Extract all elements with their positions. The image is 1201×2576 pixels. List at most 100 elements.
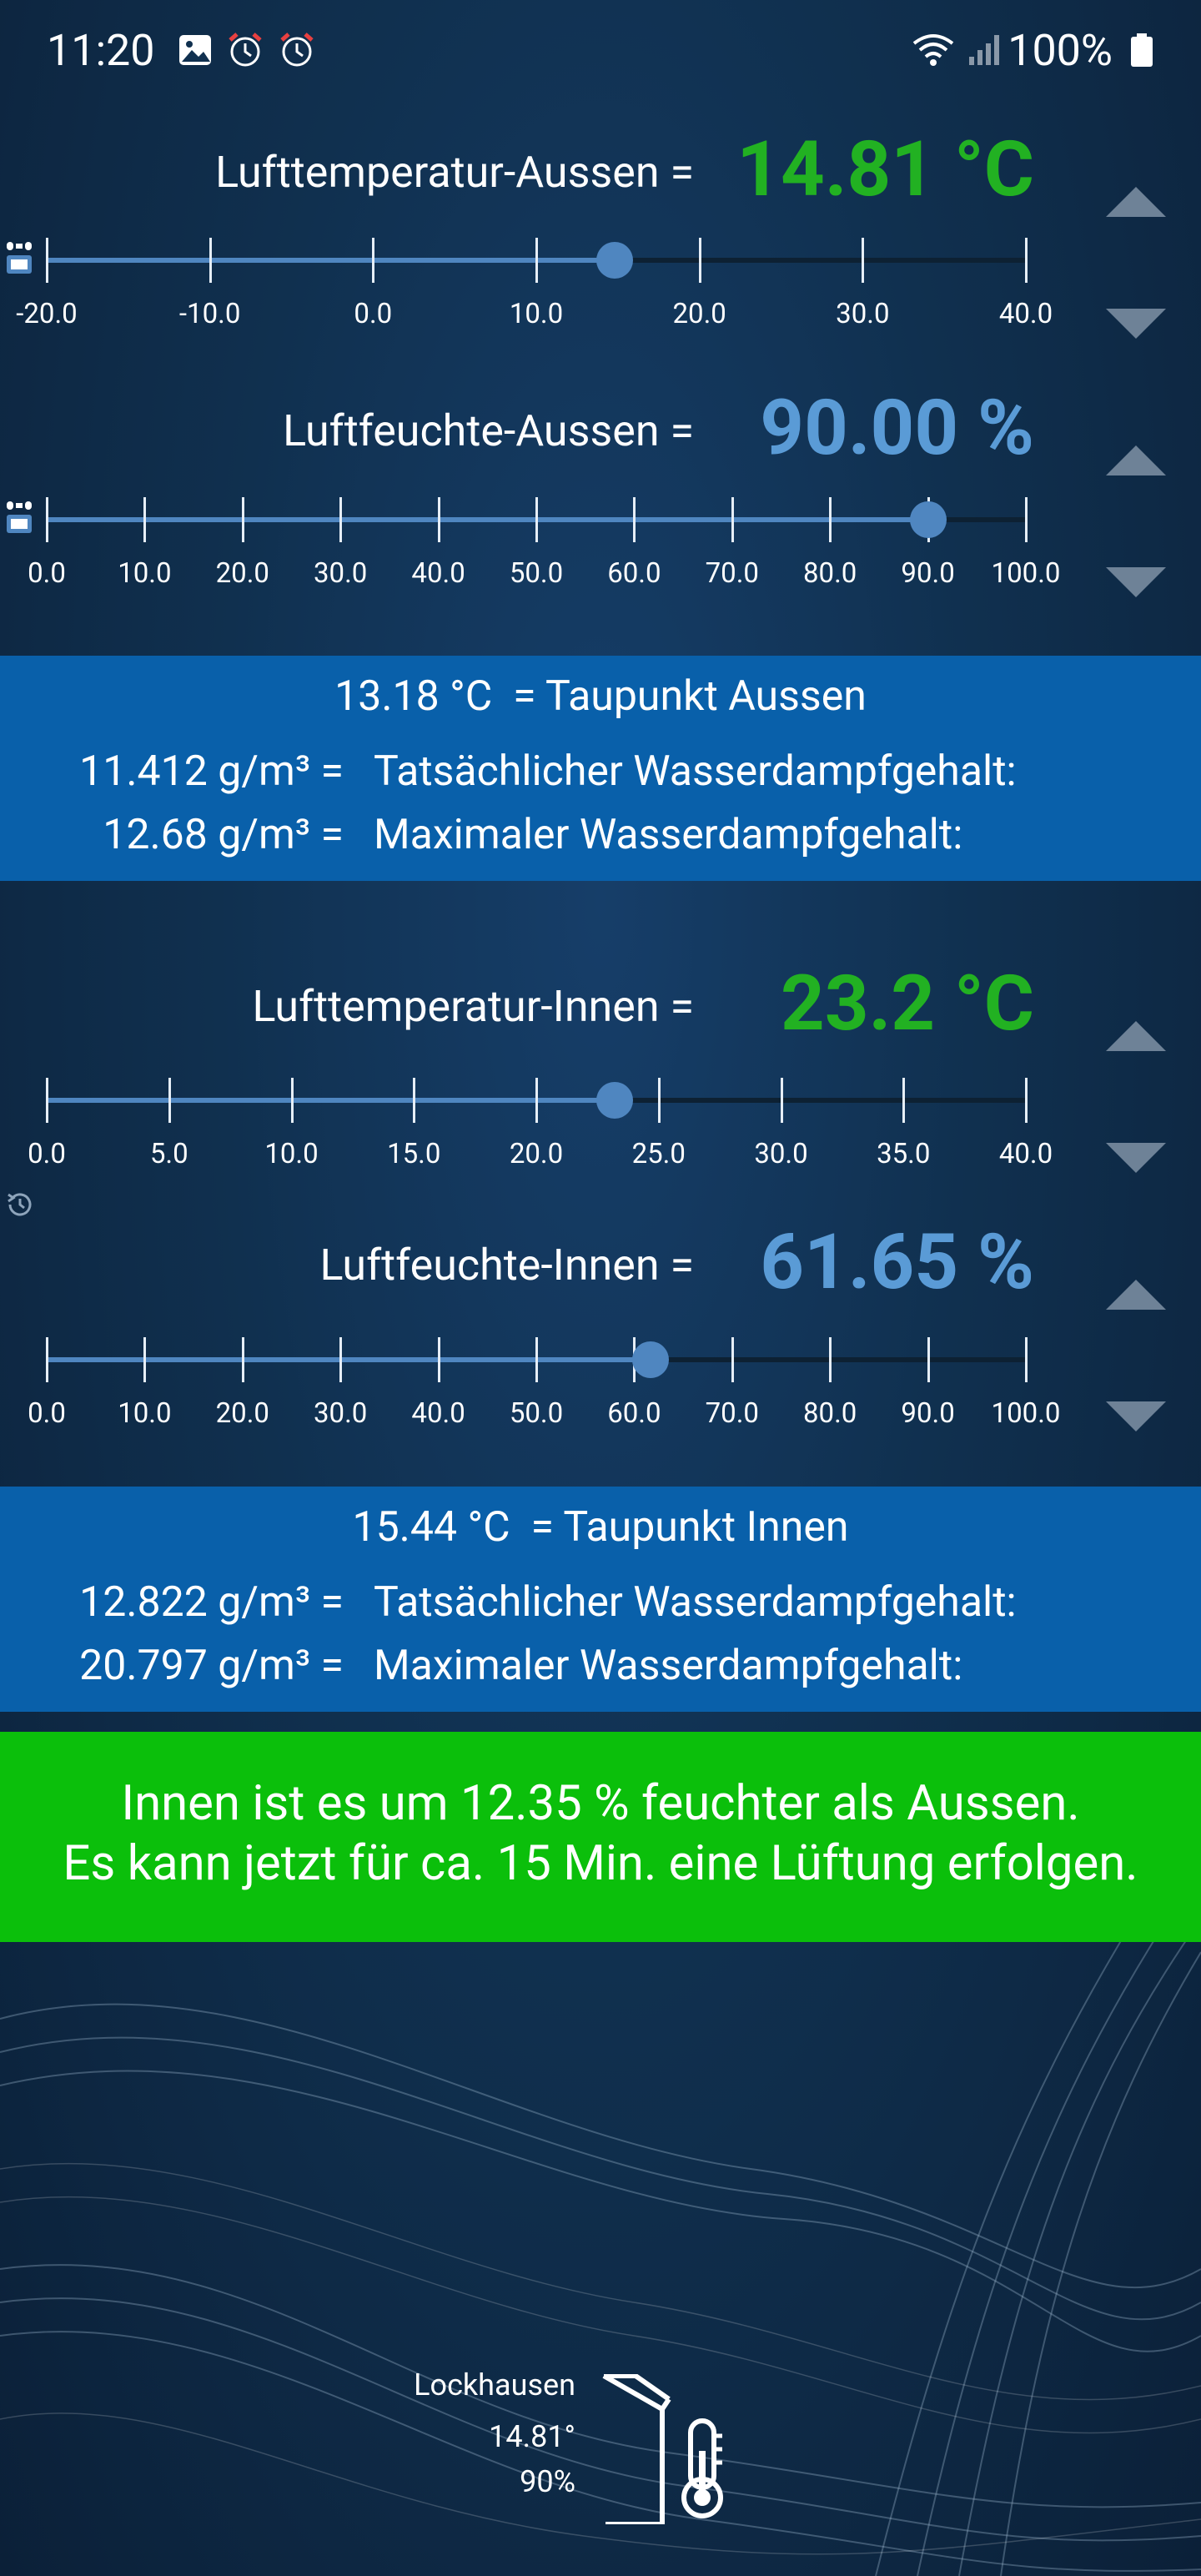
- alarm-icon: [229, 33, 262, 67]
- slider-tick-label: 0.0: [28, 1138, 66, 1170]
- outdoor-dewpoint-panel: 13.18 °C = Taupunkt Aussen 11.412 g/m³ =…: [0, 656, 1201, 881]
- slider-tick-label: 10.0: [509, 298, 564, 330]
- slider-tick: [339, 1337, 343, 1382]
- indoor-temperature-slider[interactable]: 0.0 5.0 10.0 15.0 20.0 25.0 30.0 35.0 40.0: [28, 1078, 1053, 1170]
- slider-tick: [168, 1078, 171, 1123]
- slider-tick-label: 70.0: [705, 1397, 759, 1430]
- indoor-temperature-decrease-button[interactable]: [1106, 1143, 1166, 1173]
- outdoor-temperature-value: 14.81 °C: [736, 125, 1034, 214]
- outdoor-humidity-increase-button[interactable]: [1106, 445, 1166, 475]
- indoor-humidity-value: 61.65 %: [760, 1218, 1034, 1307]
- indoor-max-vapor-value: 20.797 g/m³ =: [79, 1642, 344, 1690]
- slider-tick: [829, 1337, 832, 1382]
- slider-tick: [535, 1337, 538, 1382]
- indoor-humidity-decrease-button[interactable]: [1106, 1401, 1166, 1431]
- indoor-actual-vapor-label: Tatsächlicher Wasserdampfgehalt:: [374, 1578, 1017, 1627]
- outdoor-humidity-decrease-button[interactable]: [1106, 567, 1166, 597]
- indoor-humidity-slider[interactable]: 0.0 10.0 20.0 30.0 40.0 50.0 60.0 70.0 80.0 90.0 1…: [28, 1337, 1060, 1430]
- ventilation-recommendation: Innen ist es um 12.35 % feuchter als Aus…: [0, 1732, 1201, 1942]
- slider-tick-label: 30.0: [314, 557, 368, 590]
- battery-icon: [1131, 33, 1153, 67]
- indoor-humidity-label: Luftfeuchte-Innen =: [319, 1240, 694, 1291]
- battery-percent: 100%: [1008, 25, 1113, 76]
- outdoor-temperature-increase-button[interactable]: [1106, 187, 1166, 217]
- slider-tick-label: -20.0: [16, 298, 78, 330]
- slider-tick-label: 25.0: [631, 1138, 686, 1170]
- slider-tick-label: 20.0: [672, 298, 726, 330]
- slider-tick-label: 20.0: [215, 557, 269, 590]
- slider-tick: [731, 497, 734, 542]
- indoor-max-vapor-label: Maximaler Wasserdampfgehalt:: [374, 1642, 963, 1690]
- sensor-icon: [7, 501, 32, 533]
- status-bar: 11:20 100%: [0, 0, 1201, 100]
- slider-tick-label: 35.0: [877, 1138, 931, 1170]
- recommendation-line-2: Es kann jetzt für ca. 15 Min. eine Lüftu…: [63, 1835, 1138, 1892]
- slider-tick-label: 50.0: [509, 557, 564, 590]
- slider-tick: [862, 238, 865, 283]
- widget-humidity: 90%: [520, 2464, 575, 2499]
- slider-tick-label: 40.0: [411, 557, 465, 590]
- slider-tick-label: 40.0: [998, 1138, 1053, 1170]
- indoor-temperature-value: 23.2 °C: [781, 959, 1034, 1049]
- slider-tick: [372, 238, 375, 283]
- outdoor-dewpoint-label: = Taupunkt Aussen: [513, 672, 867, 721]
- status-time: 11:20: [47, 25, 155, 76]
- slider-tick-label: 60.0: [607, 1397, 661, 1430]
- slider-tick-label: -10.0: [178, 298, 241, 330]
- slider-tick: [241, 497, 244, 542]
- outdoor-temperature-slider[interactable]: -20.0 -10.0 0.0 10.0 20.0 30.0 40.0: [16, 238, 1053, 330]
- outdoor-temperature-label: Lufttemperatur-Aussen =: [215, 147, 694, 198]
- slider-tick-label: 100.0: [991, 1397, 1061, 1430]
- slider-tick-label: 10.0: [118, 1397, 172, 1430]
- slider-tick-label: 10.0: [118, 557, 172, 590]
- indoor-dewpoint-value: 15.44 °C: [352, 1503, 510, 1552]
- history-icon[interactable]: [5, 1190, 35, 1220]
- slider-thumb[interactable]: [631, 1341, 669, 1378]
- window-thermometer-icon: [602, 2374, 723, 2524]
- slider-tick-label: 0.0: [354, 298, 393, 330]
- indoor-humidity-increase-button[interactable]: [1106, 1280, 1166, 1310]
- slider-tick-label: 80.0: [803, 557, 857, 590]
- slider-tick: [1025, 1078, 1028, 1123]
- slider-tick: [143, 497, 147, 542]
- slider-tick: [290, 1078, 294, 1123]
- slider-tick: [698, 238, 701, 283]
- slider-thumb[interactable]: [596, 242, 634, 279]
- indoor-temperature-increase-button[interactable]: [1106, 1021, 1166, 1051]
- slider-tick: [535, 1078, 538, 1123]
- slider-thumb[interactable]: [595, 1082, 633, 1119]
- outdoor-humidity-value: 90.00 %: [760, 384, 1034, 473]
- recommendation-line-1: Innen ist es um 12.35 % feuchter als Aus…: [121, 1775, 1080, 1832]
- slider-tick: [437, 497, 440, 542]
- slider-tick: [902, 1078, 906, 1123]
- slider-tick-label: 10.0: [264, 1138, 319, 1170]
- slider-fill: [47, 1357, 651, 1362]
- slider-tick: [927, 1337, 930, 1382]
- indoor-dewpoint-panel: 15.44 °C = Taupunkt Innen 12.822 g/m³ = …: [0, 1487, 1201, 1712]
- slider-tick-label: 100.0: [991, 557, 1061, 590]
- slider-tick-label: 60.0: [607, 557, 661, 590]
- sensor-icon: [7, 242, 32, 274]
- outdoor-dewpoint-value: 13.18 °C: [334, 672, 493, 721]
- slider-tick-label: 30.0: [754, 1138, 808, 1170]
- slider-tick-label: 30.0: [314, 1397, 368, 1430]
- outdoor-humidity-slider[interactable]: 0.0 10.0 20.0 30.0 40.0 50.0 60.0 70.0 80.0 90.0 1…: [28, 497, 1060, 590]
- outdoor-temperature-decrease-button[interactable]: [1106, 309, 1166, 339]
- slider-tick: [1025, 1337, 1028, 1382]
- slider-tick-label: 0.0: [28, 557, 66, 590]
- slider-tick: [1025, 238, 1028, 283]
- slider-tick: [780, 1078, 783, 1123]
- slider-tick: [437, 1337, 440, 1382]
- wifi-icon: [912, 34, 954, 66]
- slider-tick-label: 0.0: [28, 1397, 66, 1430]
- outdoor-dewpoint-line: 13.18 °C = Taupunkt Aussen: [0, 672, 1201, 721]
- slider-tick: [46, 1078, 48, 1123]
- background-waves: [0, 1919, 1201, 2576]
- slider-tick-label: 15.0: [387, 1138, 441, 1170]
- widget-location: Lockhausen: [414, 2367, 575, 2402]
- slider-tick: [1025, 497, 1028, 542]
- slider-tick-label: 40.0: [998, 298, 1053, 330]
- slider-thumb[interactable]: [909, 501, 947, 538]
- slider-tick-label: 90.0: [901, 1397, 955, 1430]
- outdoor-humidity-label: Luftfeuchte-Aussen =: [283, 405, 694, 456]
